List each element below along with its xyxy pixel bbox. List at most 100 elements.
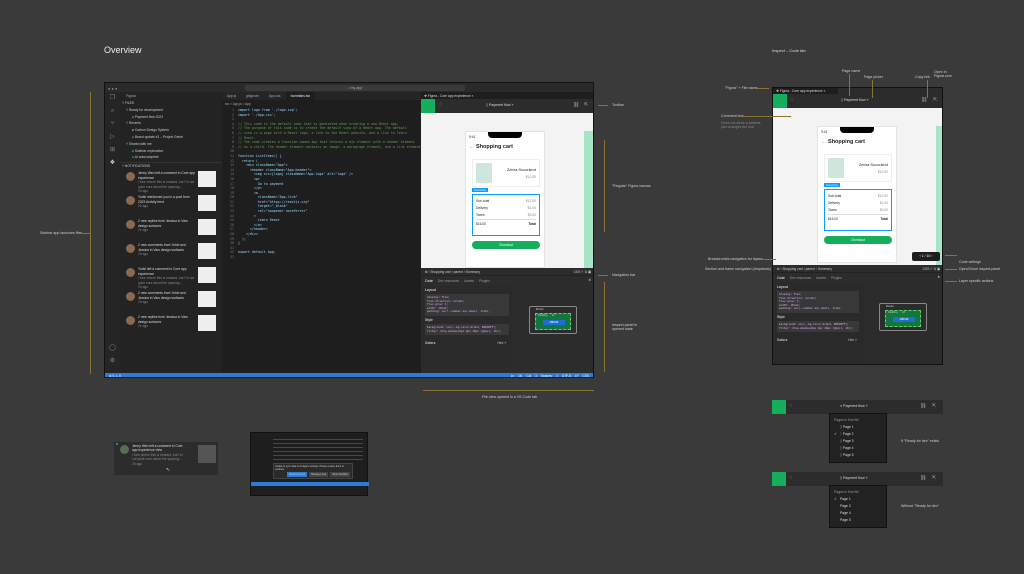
language-select[interactable]: CSS <box>923 267 930 271</box>
menu-item-page[interactable]: Page 2 <box>834 503 882 510</box>
tab-code[interactable]: Code <box>777 276 785 280</box>
source-control-icon[interactable]: ⑂ <box>105 118 120 131</box>
notification-item[interactable]: Jenny Wen left a comment in Core app exp… <box>120 168 222 193</box>
summary-frame[interactable]: Sub-total $12.00 Delivery $1.00 Taxes $3.00 $1… <box>472 194 540 236</box>
comment-tool-icon[interactable]: ◌ <box>789 403 793 409</box>
summary-frame[interactable]: Sub-total $12.00 Delivery $1.00 Taxes $3.00 $1… <box>824 189 892 231</box>
group-ready[interactable]: ˅ Ready for development <box>122 107 183 114</box>
extensions-icon[interactable]: ⊞ <box>105 144 120 157</box>
notification-item[interactable]: Yuhki left a comment in Core app experie… <box>120 264 222 289</box>
frames-icon[interactable]: ⧉ <box>425 270 428 274</box>
figma-tab[interactable]: ❖ Figma - Core app experience × <box>421 92 593 99</box>
frames-icon[interactable]: ⧉ <box>777 267 780 271</box>
manage-local-button[interactable]: Manage Local <box>309 472 329 477</box>
toggle-panel-icon[interactable]: ▣ <box>588 270 591 274</box>
status-problems[interactable]: ⊗ 0 ⚠ 0 <box>105 374 121 377</box>
editor-breadcrumb[interactable]: src > App.js > App <box>225 102 251 106</box>
breadcrumb-item[interactable]: Summary <box>466 270 480 274</box>
inspect-tool-icon[interactable] <box>773 94 787 108</box>
next-icon[interactable]: › <box>930 254 932 258</box>
breadcrumb-item[interactable]: parent <box>454 270 463 274</box>
toggle-panel-icon[interactable]: ▣ <box>937 267 940 271</box>
menu-item-page[interactable]: Page 4 <box>834 510 882 517</box>
tab-app-css[interactable]: App.css <box>264 92 286 100</box>
product-card[interactable]: Zebra Succulent $12.00 <box>472 159 540 187</box>
copy-link-icon[interactable]: ⛓ <box>573 102 579 108</box>
menu-item-page[interactable]: ▯ Page 1 <box>834 424 882 431</box>
file-item[interactable]: ■ AI autocomplete <box>122 154 183 161</box>
group-shared[interactable]: ˅ Shared with me <box>122 141 183 148</box>
menu-item-page[interactable]: ✓ Page 1 <box>834 496 882 503</box>
product-card[interactable]: Zebra Succulent $12.00 <box>824 154 892 182</box>
tab-dev-resources[interactable]: Dev resources <box>790 276 811 280</box>
copy-link-icon[interactable]: ⛓ <box>920 403 926 409</box>
code-settings-icon[interactable]: ⇅ <box>584 270 587 274</box>
comment-tool-icon[interactable]: ◌ <box>790 97 794 103</box>
tab-plugins[interactable]: Plugins <box>479 279 490 283</box>
explorer-icon[interactable]: ❐ <box>105 92 120 105</box>
notification-item[interactable]: 2 new replies from Jessica in Vars desig… <box>120 312 222 336</box>
breadcrumb-item[interactable]: Shopping cart <box>782 267 802 271</box>
tab-app-js[interactable]: App.js <box>222 92 241 100</box>
tab-gitignore[interactable]: gitignore <box>241 92 264 100</box>
menu-item-page[interactable]: ▯ Page 4 <box>834 445 882 452</box>
figma-icon[interactable]: ❖ <box>105 157 120 170</box>
window-controls[interactable]: ● ● ● <box>108 86 117 91</box>
breadcrumb-item[interactable]: Shopping cart <box>430 270 450 274</box>
tab-assets[interactable]: Assets <box>464 279 474 283</box>
open-in-browser-icon[interactable]: ⇱ <box>584 102 588 108</box>
menu-item-page[interactable]: ▯ Page 3 <box>834 438 882 445</box>
inspect-tool-icon[interactable] <box>421 99 435 113</box>
open-in-browser-icon[interactable]: ⇱ <box>933 97 937 103</box>
notification-item[interactable]: Yuhki mentioned you in a post from 2023 … <box>120 192 222 216</box>
menu-item-page[interactable]: ✓ ▯ Page 2 <box>834 431 882 438</box>
copy-link-icon[interactable]: ⛓ <box>920 475 926 481</box>
show-conflicts-button[interactable]: Show Conflicts <box>330 472 350 477</box>
canvas[interactable]: 9:41 ← Shopping cart Zebra Succulent $12.00… <box>421 113 593 268</box>
back-arrow-icon[interactable]: ← <box>821 139 828 145</box>
phone-frame[interactable]: 9:41 ← Shopping cart Zebra Succulent $12.00… <box>817 126 897 263</box>
file-item[interactable]: ■ Payment flow 2023 <box>122 114 183 121</box>
file-item[interactable]: ■ Brand update #1 – Project Genie <box>122 134 183 141</box>
layer-actions-icon[interactable]: ⋔ <box>937 275 940 279</box>
tab-assets[interactable]: Assets <box>816 276 826 280</box>
menu-item-page[interactable]: ▯ Page 5 <box>834 452 882 459</box>
notification-item[interactable]: 2 new comments from Yuhki and Jessica in… <box>120 240 222 264</box>
tab-dev-resources[interactable]: Dev resources <box>438 279 459 283</box>
checkout-button[interactable]: Checkout <box>472 241 540 249</box>
settings-gear-icon[interactable]: ⚙ <box>105 355 120 368</box>
comment-tool-icon[interactable]: ◌ <box>439 102 443 108</box>
files-header[interactable]: ˅ FILES <box>122 100 183 107</box>
frame-pager[interactable]: ‹ 1 / 10 › <box>912 252 940 261</box>
comment-tool-icon[interactable]: ◌ <box>789 475 793 481</box>
page-picker[interactable]: ▯ Payment flow ˅ <box>486 103 514 107</box>
color-format-select[interactable]: Hex ˅ <box>848 338 857 342</box>
style-code[interactable]: background: var(--bg-color-brand, #0D99F… <box>777 321 860 333</box>
tab-homelabs[interactable]: homelabs.tsx <box>285 92 315 100</box>
notification-item[interactable]: 2 new replies from Jessica in Vars desig… <box>120 216 222 240</box>
color-format-select[interactable]: Hex ˅ <box>498 341 507 345</box>
open-in-browser-icon[interactable]: ⇱ <box>932 475 936 481</box>
breadcrumb-item[interactable]: Summary <box>818 267 832 271</box>
layout-code[interactable]: display: flex; flex-direction: column; fle… <box>425 294 509 316</box>
account-icon[interactable]: ◯ <box>105 342 120 355</box>
language-select[interactable]: CSS <box>574 270 581 274</box>
phone-frame[interactable]: 9:41 ← Shopping cart Zebra Succulent $12.00… <box>465 131 545 268</box>
page-picker[interactable]: ▯ Payment flow ˅ <box>840 476 868 480</box>
file-item[interactable]: ■ Sidebar exploration <box>122 148 183 155</box>
canvas[interactable]: 9:41 ← Shopping cart Zebra Succulent $12.00… <box>773 108 942 265</box>
inspect-tool-icon[interactable] <box>772 472 786 486</box>
run-debug-icon[interactable]: ▷ <box>105 131 120 144</box>
checkout-button[interactable]: Checkout <box>824 236 892 244</box>
breadcrumb-item[interactable]: parent <box>806 267 815 271</box>
resolve-issues-button[interactable]: Resolve issues <box>287 472 308 477</box>
menu-item-page[interactable]: Page 5 <box>834 517 882 524</box>
code-settings-icon[interactable]: ⇅ <box>933 267 936 271</box>
notification-card-hover[interactable]: Jenny Wen left a comment in Core app exp… <box>114 442 218 475</box>
command-search[interactable]: ⌕ my-app <box>245 84 465 91</box>
layout-code[interactable]: display: flex; flex-direction: column; fle… <box>777 291 860 313</box>
tab-plugins[interactable]: Plugins <box>831 276 842 280</box>
page-picker[interactable]: ▯ Payment flow ˅ <box>841 98 869 102</box>
style-code[interactable]: background: var(--bg-color-brand, #0D99F… <box>425 324 509 336</box>
tab-code[interactable]: Code <box>425 279 433 283</box>
